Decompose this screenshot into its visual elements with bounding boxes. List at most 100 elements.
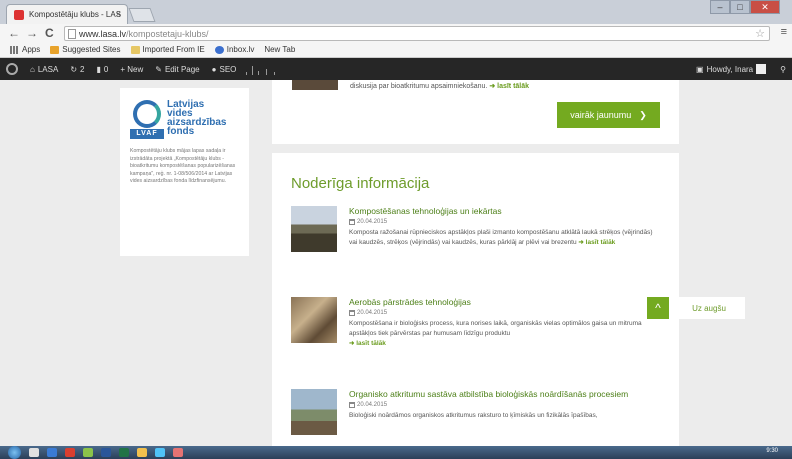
page-icon xyxy=(68,29,76,39)
bookmark-new-tab[interactable]: New Tab xyxy=(0,45,296,130)
tab-title: Kompostētāju klubs - LAS xyxy=(29,10,122,19)
profile-icon: ▣ xyxy=(696,64,704,74)
article-date: 20.04.2015 xyxy=(349,402,659,408)
admin-edit-page[interactable]: ✎ Edit Page xyxy=(149,65,205,74)
taskbar-app-icon[interactable] xyxy=(29,448,39,457)
favicon-icon xyxy=(14,10,24,20)
taskbar-app-icon[interactable] xyxy=(47,448,57,457)
tab-close-icon[interactable]: × xyxy=(116,9,121,19)
bookmark-suggested-sites[interactable]: Suggested Sites xyxy=(50,45,121,54)
browser-tab[interactable]: Kompostētāju klubs - LAS × xyxy=(6,4,128,24)
article-title-link[interactable]: Kompostēšanas tehnoloģijas un iekārtas xyxy=(349,206,659,216)
admin-new[interactable]: + New xyxy=(114,65,149,74)
comments-count: 0 xyxy=(103,64,109,74)
taskbar-clock[interactable]: 9:30 xyxy=(766,448,778,454)
section-title: Noderīga informācija xyxy=(291,175,430,192)
minimize-button[interactable]: – xyxy=(710,0,730,14)
article-date: 20.04.2015 xyxy=(349,219,659,225)
back-to-top-button[interactable]: ^ xyxy=(647,297,669,319)
pencil-icon: ✎ xyxy=(155,64,162,74)
article-item: Organisko atkritumu sastāva atbilstība b… xyxy=(291,389,661,446)
reload-button[interactable]: C xyxy=(45,26,54,40)
bookmark-apps[interactable]: Apps xyxy=(10,45,40,54)
chevron-right-icon: ❯ xyxy=(639,109,647,120)
article-excerpt: Komposta ražošanai rūpnieciskos apstākļo… xyxy=(349,228,659,248)
bookmark-label: Apps xyxy=(22,45,41,54)
article-date: 20.04.2015 xyxy=(349,310,659,316)
admin-comments[interactable]: ▮ 0 xyxy=(90,65,114,74)
bookmark-star-icon[interactable]: ☆ xyxy=(755,27,765,40)
article-item: Kompostēšanas tehnoloģijas un iekārtas 2… xyxy=(291,206,661,276)
stats-sparkline-icon[interactable] xyxy=(242,63,282,75)
bookmark-imported-from-ie[interactable]: Imported From IE xyxy=(130,45,205,54)
back-to-top-label[interactable]: Uz augšu xyxy=(673,297,745,319)
taskbar-app-icon[interactable] xyxy=(119,448,129,457)
maximize-button[interactable]: □ xyxy=(730,0,750,14)
calendar-icon xyxy=(349,219,355,225)
taskbar-app-icon[interactable] xyxy=(173,448,183,457)
bookmark-label: New Tab xyxy=(264,45,296,54)
taskbar-app-icon[interactable] xyxy=(155,448,165,457)
lvaf-logo: LVAF Latvijas vides aizsardzības fonds xyxy=(130,100,239,140)
back-button[interactable]: ← xyxy=(8,26,20,40)
seo-label: SEO xyxy=(219,64,237,74)
admin-seo[interactable]: ● SEO xyxy=(206,65,243,74)
news-read-more-link[interactable]: ➜ lasīt tālāk xyxy=(489,83,529,90)
browser-tabstrip: Kompostētāju klubs - LAS × – □ ✕ xyxy=(0,0,792,24)
article-title-link[interactable]: Aerobās pārstrādes tehnoloģijas xyxy=(349,297,659,307)
comment-icon: ▮ xyxy=(96,64,101,74)
url-host: www.lasa.lv xyxy=(79,29,127,39)
calendar-icon xyxy=(349,402,355,408)
article-image[interactable] xyxy=(291,389,337,435)
news-snippet: diskusija par bioatkritumu apsaimniekoša… xyxy=(350,82,529,90)
new-tab-button[interactable] xyxy=(128,8,156,22)
article-date-text: 20.04.2015 xyxy=(357,219,388,225)
article-item: Aerobās pārstrādes tehnoloģijas 20.04.20… xyxy=(291,297,661,367)
article-image[interactable] xyxy=(291,206,337,252)
edit-page-label: Edit Page xyxy=(164,64,200,74)
taskbar-app-icon[interactable] xyxy=(101,448,111,457)
bookmark-label: Imported From IE xyxy=(142,45,205,54)
window-controls: – □ ✕ xyxy=(710,0,780,14)
article-image[interactable] xyxy=(291,297,337,343)
article-date-text: 20.04.2015 xyxy=(357,402,388,408)
article-read-more-link[interactable]: ➜ lasīt tālāk xyxy=(349,340,386,347)
wp-logo-menu[interactable] xyxy=(0,63,24,75)
bookmark-inbox[interactable]: Inbox.lv xyxy=(214,45,255,54)
admin-site-name[interactable]: ⌂ LASA xyxy=(24,65,64,74)
wordpress-icon xyxy=(6,63,18,75)
forward-button[interactable]: → xyxy=(26,26,38,40)
inbox-icon xyxy=(214,45,224,54)
suggested-sites-icon xyxy=(50,45,60,54)
taskbar-app-icon[interactable] xyxy=(83,448,93,457)
wp-admin-bar: ⌂ LASA ↻ 2 ▮ 0 + New ✎ Edit Page ● SEO ▣ Howdy… xyxy=(0,58,792,80)
logo-line: fonds xyxy=(167,126,195,137)
lvaf-abbr: LVAF xyxy=(130,129,164,139)
page-content: LVAF Latvijas vides aizsardzības fonds K… xyxy=(0,80,792,446)
sponsor-card: LVAF Latvijas vides aizsardzības fonds K… xyxy=(120,88,249,256)
admin-search-icon[interactable]: ⚲ xyxy=(780,65,786,74)
bookmarks-bar: Apps Suggested Sites Imported From IE In… xyxy=(0,42,792,130)
article-title-link[interactable]: Organisko atkritumu sastāva atbilstība b… xyxy=(349,389,659,399)
admin-account[interactable]: ▣ Howdy, Inara xyxy=(690,64,772,74)
avatar xyxy=(756,64,767,74)
address-bar[interactable]: www.lasa.lv/kompostetaju-klubs/ ☆ xyxy=(64,26,770,41)
browser-menu-icon[interactable]: ≡ xyxy=(781,26,787,38)
url-path: /kompostetaju-klubs/ xyxy=(126,29,209,39)
more-news-label: vairāk jaunumu xyxy=(570,110,632,120)
more-news-button[interactable]: vairāk jaunumu ❯ xyxy=(557,102,660,128)
close-window-button[interactable]: ✕ xyxy=(750,0,780,14)
start-button-icon[interactable] xyxy=(8,446,21,459)
admin-updates[interactable]: ↻ 2 xyxy=(64,65,90,74)
taskbar-app-icon[interactable] xyxy=(137,448,147,457)
bookmark-label: Inbox.lv xyxy=(226,45,255,54)
news-snippet-text: diskusija par bioatkritumu apsaimniekoša… xyxy=(350,83,488,90)
updates-count: 2 xyxy=(80,64,85,74)
taskbar-app-icon[interactable] xyxy=(65,448,75,457)
updates-icon: ↻ xyxy=(70,64,78,74)
windows-taskbar: 9:30 xyxy=(0,446,792,459)
calendar-icon xyxy=(349,310,355,316)
article-read-more-link[interactable]: ➜ lasīt tālāk xyxy=(578,239,615,246)
bookmark-label: Suggested Sites xyxy=(62,45,121,54)
news-thumbnail xyxy=(292,80,338,90)
